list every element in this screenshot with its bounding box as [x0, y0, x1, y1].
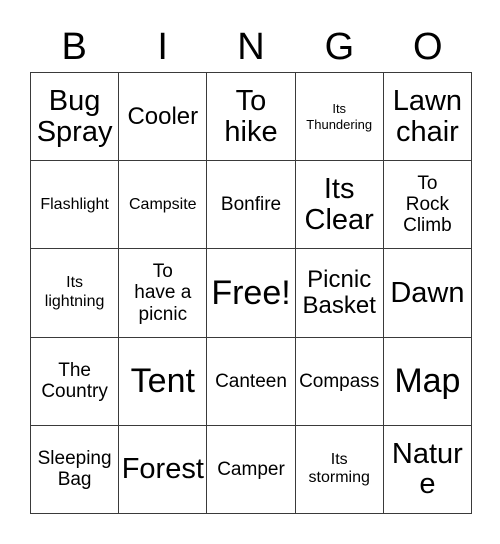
bingo-cell-label: Canteen: [215, 370, 287, 392]
bingo-cell-label: Compass: [299, 370, 380, 392]
header-letter-n: N: [237, 26, 265, 68]
bingo-cell-r5c2[interactable]: Forest: [119, 425, 208, 514]
bingo-cell-label: Flashlight: [40, 195, 109, 213]
bingo-cell-label: Cooler: [127, 102, 199, 130]
bingo-cell-r4c3[interactable]: Canteen: [207, 337, 296, 426]
bingo-free-space-label: Free!: [211, 273, 291, 312]
bingo-card: B I N G O Bug Spray Cooler To hike Its T…: [0, 0, 500, 544]
bingo-cell-label: Its Thundering: [306, 101, 373, 132]
header-letter-g: G: [324, 26, 355, 68]
bingo-cell-r4c5[interactable]: Map: [383, 337, 472, 426]
bingo-cell-label: Bug Spray: [36, 85, 113, 148]
bingo-cell-label: Tent: [130, 361, 195, 400]
bingo-cell-r2c3[interactable]: Bonfire: [207, 161, 296, 250]
bingo-cell-r5c3[interactable]: Camper: [207, 425, 296, 514]
bingo-cell-r3c5[interactable]: Dawn: [383, 249, 472, 338]
bingo-header: B I N G O: [30, 22, 472, 72]
bingo-cell-r1c5[interactable]: Lawn chair: [383, 73, 472, 162]
bingo-cell-label: Forest: [121, 453, 204, 486]
bingo-cell-label: To have a picnic: [134, 261, 192, 325]
bingo-cell-label: Map: [394, 361, 461, 400]
bingo-cell-r3c2[interactable]: To have a picnic: [119, 249, 208, 338]
bingo-cell-r1c2[interactable]: Cooler: [119, 73, 208, 162]
bingo-grid: Bug Spray Cooler To hike Its Thundering …: [30, 72, 472, 514]
bingo-cell-r2c2[interactable]: Campsite: [119, 161, 208, 250]
bingo-cell-label: Lawn chair: [392, 85, 463, 148]
bingo-cell-label: Its storming: [308, 450, 370, 487]
bingo-cell-label: Its lightning: [44, 274, 105, 310]
bingo-cell-label: Bonfire: [220, 194, 282, 216]
bingo-cell-r2c4[interactable]: Its Clear: [295, 161, 384, 250]
bingo-cell-r1c4[interactable]: Its Thundering: [295, 73, 384, 162]
bingo-cell-label: To hike: [224, 85, 278, 148]
bingo-cell-r2c1[interactable]: Flashlight: [31, 161, 120, 250]
bingo-cell-label: Camper: [217, 458, 285, 480]
header-letter-b: B: [61, 26, 87, 68]
bingo-cell-label: Campsite: [129, 195, 197, 213]
bingo-cell-label: Its Clear: [304, 173, 374, 236]
header-letter-o: O: [413, 26, 443, 68]
bingo-cell-r2c5[interactable]: To Rock Climb: [383, 161, 472, 250]
bingo-cell-label: Nature: [391, 437, 463, 501]
bingo-cell-r5c5[interactable]: Nature: [383, 425, 472, 514]
bingo-cell-r5c4[interactable]: Its storming: [295, 425, 384, 514]
bingo-cell-label: Sleeping Bag: [37, 448, 112, 491]
bingo-cell-r3c1[interactable]: Its lightning: [31, 249, 120, 338]
bingo-cell-r1c3[interactable]: To hike: [207, 73, 296, 162]
bingo-cell-label: Picnic Basket: [302, 266, 376, 319]
bingo-cell-label: To Rock Climb: [403, 172, 452, 237]
bingo-cell-label: The Country: [41, 359, 108, 403]
bingo-cell-label: Dawn: [390, 276, 465, 309]
bingo-cell-r5c1[interactable]: Sleeping Bag: [31, 425, 120, 514]
bingo-cell-free-space[interactable]: Free!: [207, 249, 296, 338]
bingo-cell-r4c4[interactable]: Compass: [295, 337, 384, 426]
bingo-cell-r4c2[interactable]: Tent: [119, 337, 208, 426]
bingo-cell-r1c1[interactable]: Bug Spray: [31, 73, 120, 162]
bingo-cell-r4c1[interactable]: The Country: [31, 337, 120, 426]
bingo-cell-r3c4[interactable]: Picnic Basket: [295, 249, 384, 338]
header-letter-i: I: [157, 26, 168, 68]
